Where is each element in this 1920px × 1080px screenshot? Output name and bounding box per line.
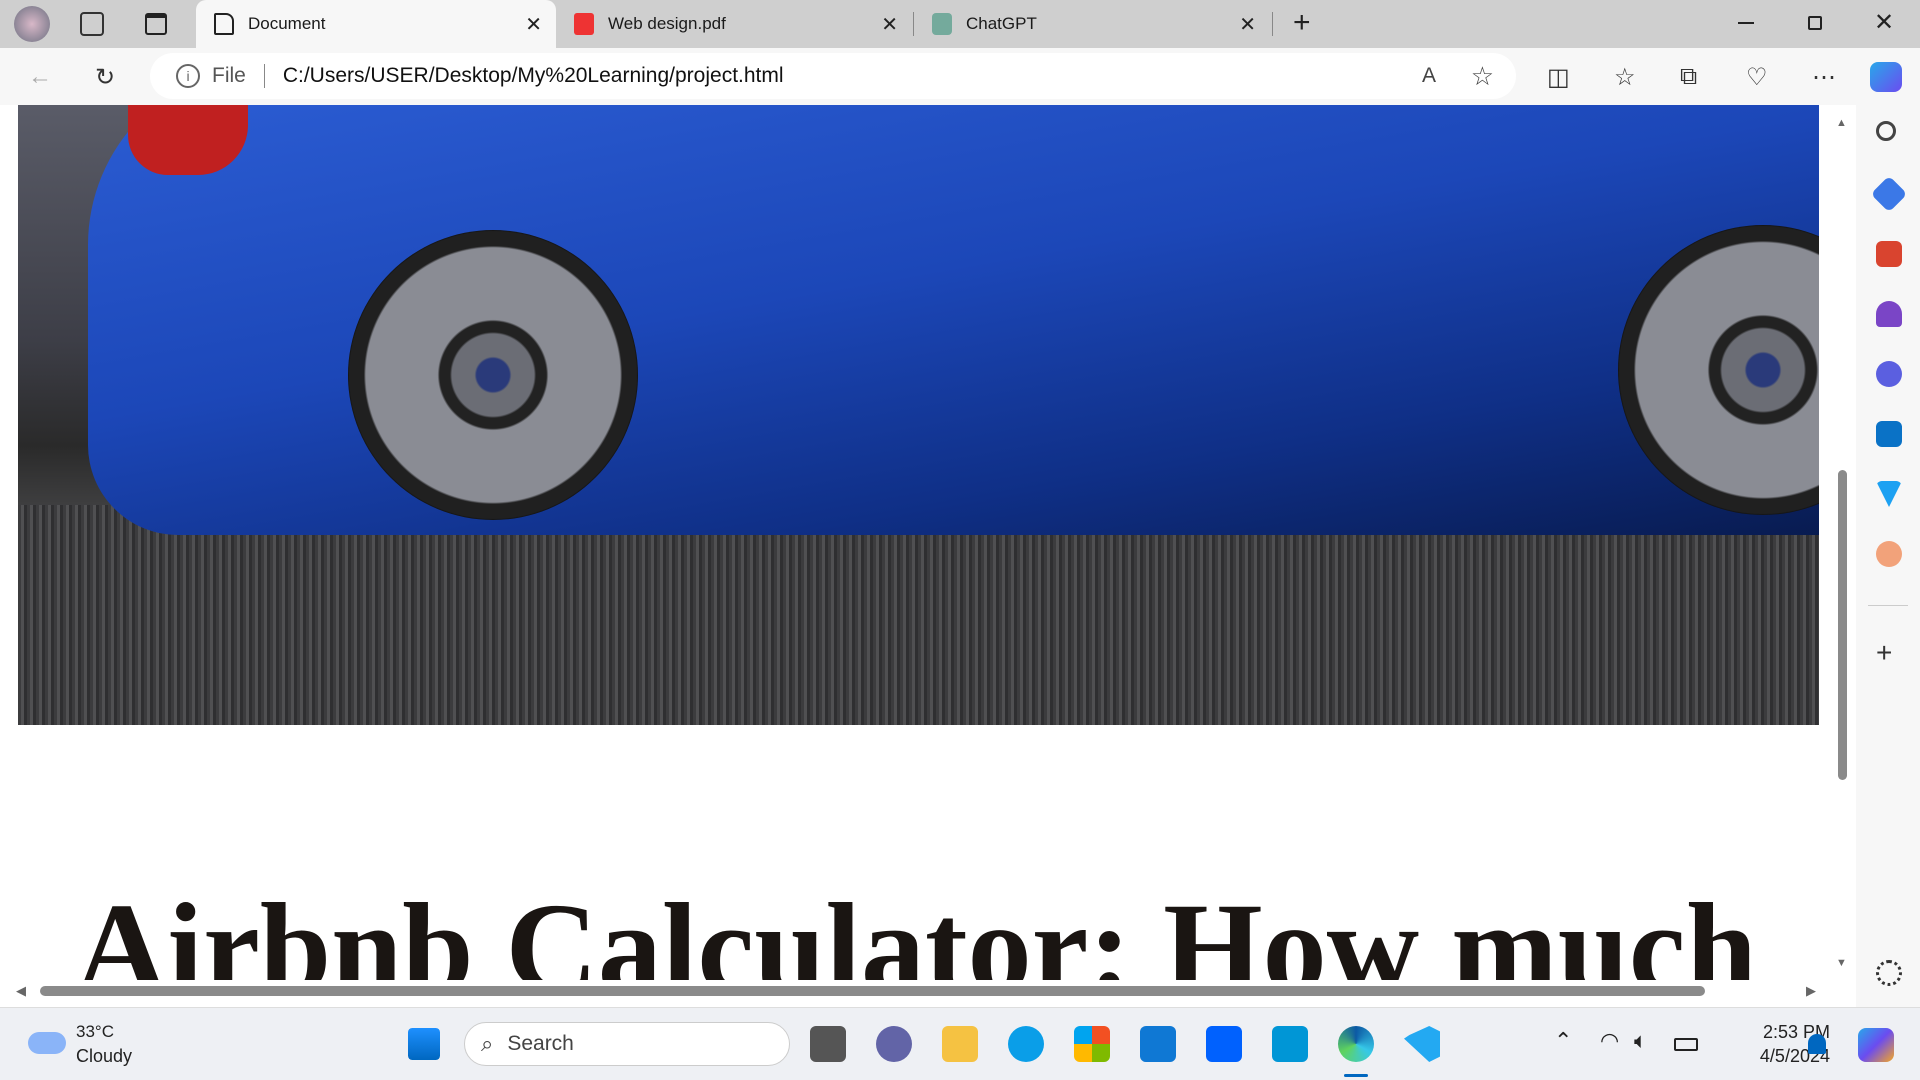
scroll-right-arrow[interactable]: ▶ xyxy=(1806,983,1816,999)
page-content: Airbnb Calculator: How much xyxy=(0,105,1856,1007)
document-icon xyxy=(214,13,234,35)
vertical-scroll-thumb[interactable] xyxy=(1838,470,1847,780)
tab-web-design-pdf[interactable]: Web design.pdf ✕ xyxy=(556,0,912,48)
scroll-up-arrow[interactable]: ▲ xyxy=(1836,117,1847,129)
back-icon[interactable]: ← xyxy=(28,63,52,91)
close-tab-icon[interactable]: ✕ xyxy=(881,12,898,37)
tools-icon[interactable] xyxy=(1876,241,1902,267)
more-menu-icon[interactable]: ⋯ xyxy=(1812,63,1836,92)
close-tab-icon[interactable]: ✕ xyxy=(525,12,542,37)
car-image xyxy=(18,105,1819,725)
url-text[interactable]: C:/Users/USER/Desktop/My%20Learning/proj… xyxy=(283,64,784,88)
copilot-icon[interactable] xyxy=(1870,62,1902,92)
taskbar: 33°C Cloudy ⌕ Search ⌃ ◠ 🔈︎ 2:53 PM 4/5/… xyxy=(0,1007,1920,1080)
tab-label: ChatGPT xyxy=(966,14,1037,33)
edge-sidebar: + xyxy=(1856,105,1920,1007)
search-icon[interactable] xyxy=(1876,121,1896,141)
horizontal-scroll-thumb[interactable] xyxy=(40,986,1705,996)
games-icon[interactable] xyxy=(1876,301,1902,327)
tab-separator xyxy=(1272,12,1273,36)
outlook-icon[interactable] xyxy=(1876,421,1902,447)
weather-desc[interactable]: Cloudy xyxy=(76,1046,132,1067)
weather-cloud-icon[interactable] xyxy=(28,1032,66,1054)
favorite-star-icon[interactable]: ☆ xyxy=(1471,61,1494,92)
scroll-down-arrow[interactable]: ▼ xyxy=(1836,957,1847,969)
dropbox-icon[interactable] xyxy=(1206,1026,1242,1062)
address-bar[interactable]: i File C:/Users/USER/Desktop/My%20Learni… xyxy=(150,53,1516,99)
myhp-icon[interactable] xyxy=(1272,1026,1308,1062)
scheme-label: File xyxy=(212,64,246,87)
taskbar-search[interactable]: ⌕ Search xyxy=(464,1022,790,1066)
pdf-icon xyxy=(574,13,594,35)
close-window-button[interactable]: ✕ xyxy=(1874,8,1894,37)
notification-bell-icon[interactable] xyxy=(1808,1034,1826,1054)
vertical-scrollbar[interactable]: ▲ ▼ xyxy=(1832,105,1852,990)
tab-bar: Document ✕ Web design.pdf ✕ ChatGPT ✕ + … xyxy=(0,0,1920,48)
task-view-icon[interactable] xyxy=(810,1026,846,1062)
add-sidebar-app-icon[interactable]: + xyxy=(1876,639,1902,667)
split-screen-icon[interactable]: ◫ xyxy=(1547,63,1570,92)
wifi-icon[interactable]: ◠ xyxy=(1600,1028,1619,1054)
tab-label: Web design.pdf xyxy=(608,14,726,33)
microsoft365-icon[interactable] xyxy=(1876,361,1902,387)
file-explorer-icon[interactable] xyxy=(942,1026,978,1062)
car-body xyxy=(88,105,1819,535)
copilot-preview-icon[interactable] xyxy=(1858,1028,1894,1062)
restore-button[interactable] xyxy=(1808,16,1822,30)
edge-active-indicator xyxy=(1344,1074,1368,1077)
browser-essentials-icon[interactable]: ♡ xyxy=(1746,63,1768,92)
vscode-icon[interactable] xyxy=(1404,1026,1440,1062)
start-button[interactable] xyxy=(406,1026,442,1062)
edge-icon[interactable] xyxy=(1338,1026,1374,1062)
scroll-left-arrow[interactable]: ◀ xyxy=(16,983,26,999)
minimize-button[interactable] xyxy=(1738,22,1754,24)
microsoft-store-icon[interactable] xyxy=(1074,1026,1110,1062)
battery-icon[interactable] xyxy=(1674,1038,1698,1051)
sidebar-divider xyxy=(1868,605,1908,606)
teams-icon[interactable] xyxy=(876,1026,912,1062)
favorites-icon[interactable]: ☆ xyxy=(1614,63,1636,92)
mail-icon[interactable] xyxy=(1140,1026,1176,1062)
close-tab-icon[interactable]: ✕ xyxy=(1239,12,1256,37)
new-tab-button[interactable]: + xyxy=(1293,6,1311,40)
extension-icon[interactable] xyxy=(1876,541,1902,567)
skype-icon[interactable] xyxy=(1008,1026,1044,1062)
rear-wheel xyxy=(348,230,638,520)
address-bar-row: ← ↻ i File C:/Users/USER/Desktop/My%20Le… xyxy=(0,48,1920,105)
horizontal-scrollbar[interactable]: ◀ ▶ xyxy=(0,980,1832,1002)
workspaces-icon[interactable] xyxy=(80,12,104,36)
road xyxy=(18,505,1819,725)
tab-chatgpt[interactable]: ChatGPT ✕ xyxy=(914,0,1270,48)
sidebar-settings-icon[interactable] xyxy=(1876,960,1902,986)
tab-label: Document xyxy=(248,14,326,33)
shopping-icon[interactable] xyxy=(1870,175,1908,213)
search-placeholder: Search xyxy=(507,1032,574,1055)
info-icon[interactable]: i xyxy=(176,64,200,88)
search-icon: ⌕ xyxy=(481,1031,494,1056)
read-aloud-icon[interactable]: A xyxy=(1422,64,1436,88)
volume-icon[interactable]: 🔈︎ xyxy=(1634,1028,1647,1054)
chatgpt-icon xyxy=(932,13,952,35)
vertical-tabs-icon[interactable] xyxy=(145,13,167,35)
refresh-icon[interactable]: ↻ xyxy=(95,63,115,92)
show-hidden-icons[interactable]: ⌃ xyxy=(1554,1028,1572,1054)
drop-icon[interactable] xyxy=(1876,481,1902,507)
weather-temp[interactable]: 33°C xyxy=(76,1022,114,1042)
profile-avatar[interactable] xyxy=(14,6,50,42)
collections-icon[interactable]: ⧉ xyxy=(1680,63,1697,91)
divider xyxy=(263,64,265,88)
tab-document[interactable]: Document ✕ xyxy=(196,0,556,48)
